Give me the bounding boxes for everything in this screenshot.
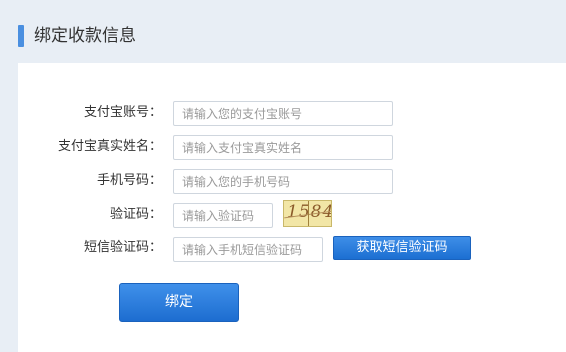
alipay-account-label: 支付宝账号：	[83, 105, 162, 120]
page-header: 绑定收款信息	[0, 0, 566, 62]
captcha-image[interactable]: 1584	[283, 200, 332, 227]
get-sms-code-button[interactable]: 获取短信验证码	[333, 236, 471, 260]
page-title: 绑定收款信息	[34, 26, 136, 46]
alipay-account-input[interactable]	[173, 101, 393, 126]
captcha-label: 验证码：	[109, 207, 162, 222]
header-accent-bar	[18, 25, 24, 47]
captcha-noise-line	[308, 201, 309, 226]
sms-code-label: 短信验证码：	[83, 240, 162, 255]
captcha-input[interactable]	[173, 203, 273, 228]
phone-input[interactable]	[173, 169, 393, 194]
sms-code-input[interactable]	[173, 237, 323, 262]
phone-label: 手机号码：	[96, 173, 162, 188]
bind-button[interactable]: 绑定	[119, 283, 239, 322]
alipay-name-input[interactable]	[173, 135, 393, 160]
alipay-name-label: 支付宝真实姓名：	[57, 139, 162, 154]
